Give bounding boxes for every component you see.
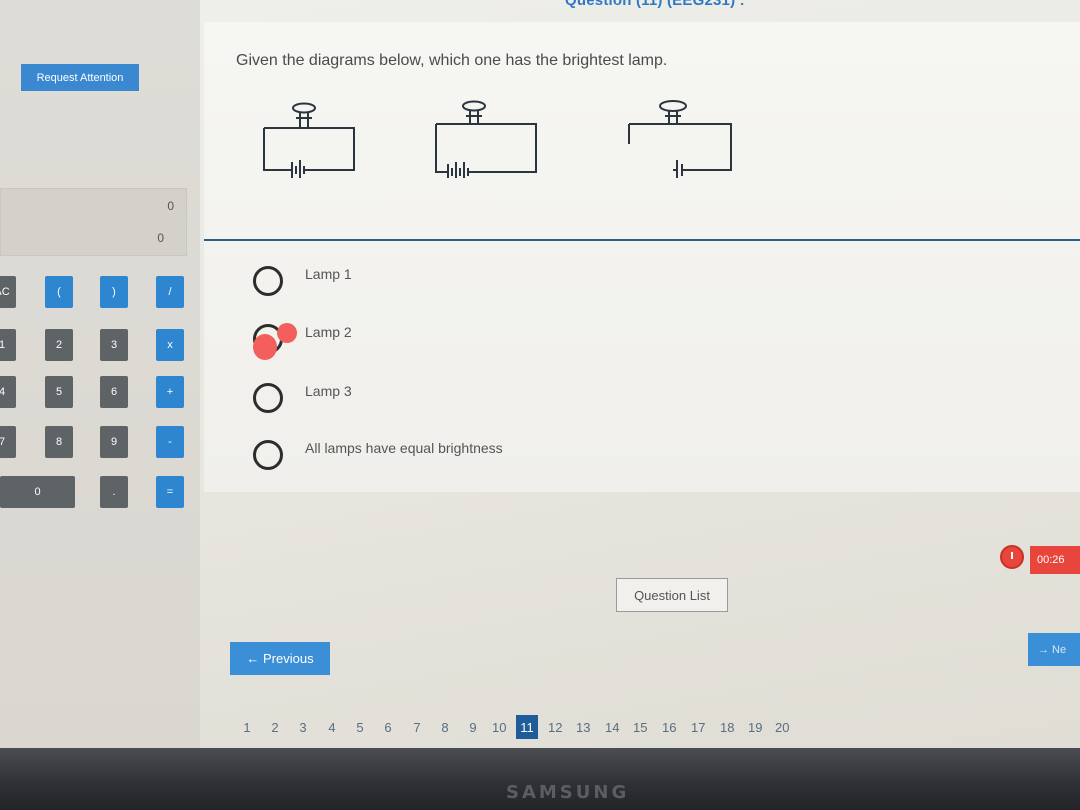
page-link-14[interactable]: 14 xyxy=(603,715,621,739)
next-button[interactable]: → Ne xyxy=(1028,633,1080,666)
exam-screen: Request Attention 0 0 AC ( ) / 1 2 3 x 4… xyxy=(0,0,1080,748)
question-text: Given the diagrams below, which one has … xyxy=(236,52,668,69)
calc-key-4[interactable]: 4 xyxy=(0,376,16,408)
calculator-display-memory: 0 xyxy=(167,199,174,213)
question-list-button[interactable]: Question List xyxy=(616,578,728,612)
calculator-display-result: 0 xyxy=(157,231,164,245)
page-link-15[interactable]: 15 xyxy=(631,715,649,739)
alarm-clock-icon xyxy=(1000,545,1024,569)
page-link-11-current[interactable]: 11 xyxy=(516,715,538,739)
calc-key-open-paren[interactable]: ( xyxy=(45,276,73,308)
calculator-display: 0 0 xyxy=(0,188,187,256)
page-link-17[interactable]: 17 xyxy=(689,715,707,739)
page-link-18[interactable]: 18 xyxy=(718,715,736,739)
page-link-4[interactable]: 4 xyxy=(323,715,341,739)
previous-button[interactable]: ← Previous xyxy=(230,642,330,675)
calc-key-3[interactable]: 3 xyxy=(100,329,128,361)
option-label-lamp-2: Lamp 2 xyxy=(305,324,352,340)
circuit-diagram-2 xyxy=(435,100,537,178)
calc-key-0[interactable]: 0 xyxy=(0,476,75,508)
timer-display: 00:26 xyxy=(1030,546,1080,574)
calc-key-equals[interactable]: = xyxy=(156,476,184,508)
sidebar: Request Attention 0 0 AC ( ) / 1 2 3 x 4… xyxy=(0,0,200,748)
circuit-diagram-3 xyxy=(628,100,732,178)
page-link-3[interactable]: 3 xyxy=(294,715,312,739)
option-label-lamp-3: Lamp 3 xyxy=(305,383,352,399)
calc-key-6[interactable]: 6 xyxy=(100,376,128,408)
selected-mark-dot xyxy=(277,323,297,343)
page-link-10[interactable]: 10 xyxy=(490,715,508,739)
calc-key-1[interactable]: 1 xyxy=(0,329,16,361)
page-link-20[interactable]: 20 xyxy=(773,715,791,739)
calc-key-7[interactable]: 7 xyxy=(0,426,16,458)
page-link-9[interactable]: 9 xyxy=(464,715,482,739)
section-divider xyxy=(204,239,1080,241)
page-link-5[interactable]: 5 xyxy=(351,715,369,739)
page-link-12[interactable]: 12 xyxy=(546,715,564,739)
calc-key-divide[interactable]: / xyxy=(156,276,184,308)
calc-key-9[interactable]: 9 xyxy=(100,426,128,458)
calc-key-close-paren[interactable]: ) xyxy=(100,276,128,308)
calc-key-ac[interactable]: AC xyxy=(0,276,16,308)
calc-key-plus[interactable]: + xyxy=(156,376,184,408)
page-link-19[interactable]: 19 xyxy=(746,715,764,739)
page-link-2[interactable]: 2 xyxy=(266,715,284,739)
page-link-8[interactable]: 8 xyxy=(436,715,454,739)
question-title: Question (11) (EEG231) : xyxy=(565,0,745,9)
page-link-6[interactable]: 6 xyxy=(379,715,397,739)
selected-mark xyxy=(253,334,277,360)
calc-key-2[interactable]: 2 xyxy=(45,329,73,361)
option-label-equal-brightness: All lamps have equal brightness xyxy=(305,440,503,456)
page-link-13[interactable]: 13 xyxy=(574,715,592,739)
radio-lamp-3[interactable] xyxy=(253,383,283,413)
question-card xyxy=(204,22,1080,492)
radio-equal-brightness[interactable] xyxy=(253,440,283,470)
calc-key-multiply[interactable]: x xyxy=(156,329,184,361)
calc-key-5[interactable]: 5 xyxy=(45,376,73,408)
radio-lamp-1[interactable] xyxy=(253,266,283,296)
request-attention-button[interactable]: Request Attention xyxy=(21,64,139,91)
option-label-lamp-1: Lamp 1 xyxy=(305,266,352,282)
page-link-1[interactable]: 1 xyxy=(238,715,256,739)
monitor-brand-logo: SAMSUNG xyxy=(506,782,630,803)
page-link-7[interactable]: 7 xyxy=(408,715,426,739)
circuit-diagram-1 xyxy=(263,102,355,178)
calc-key-dot[interactable]: . xyxy=(100,476,128,508)
calc-key-minus[interactable]: - xyxy=(156,426,184,458)
page-link-16[interactable]: 16 xyxy=(660,715,678,739)
calc-key-8[interactable]: 8 xyxy=(45,426,73,458)
